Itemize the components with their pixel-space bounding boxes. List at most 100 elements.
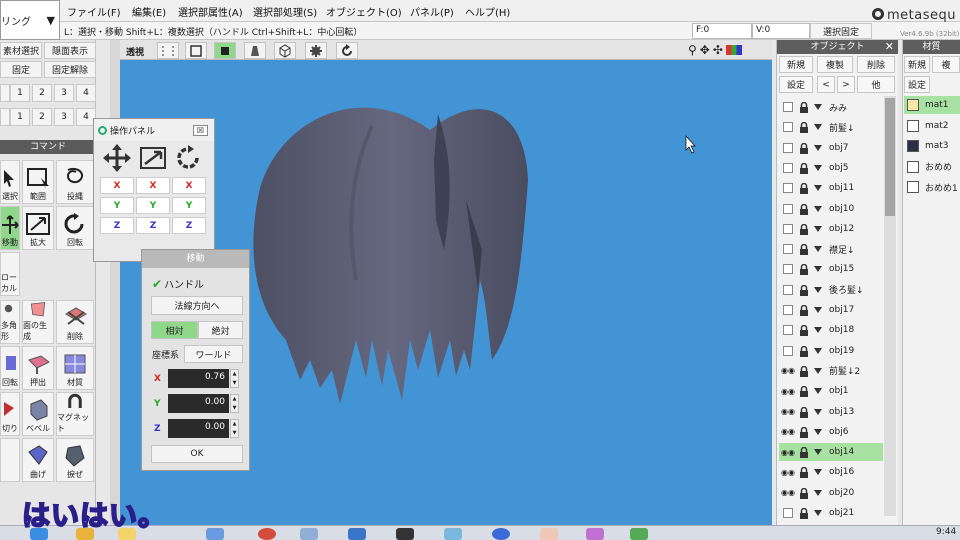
material-settings-button[interactable]: 設定 (904, 76, 930, 93)
relative-button[interactable]: 相対 (151, 321, 198, 339)
object-new-button[interactable]: 新規 (779, 56, 813, 73)
z-spinner[interactable]: ▲ ▼ (230, 419, 239, 438)
object-row[interactable]: obj19 (779, 342, 883, 360)
object-row[interactable]: ◉◉ obj20 (779, 484, 883, 502)
num-button-2[interactable]: 2 (32, 84, 52, 102)
lock-icon[interactable] (799, 284, 809, 296)
expand-triangle-icon[interactable] (814, 510, 822, 516)
object-row[interactable]: obj7 (779, 139, 883, 157)
tool-extrude[interactable]: 押出 (22, 346, 54, 390)
y-spinner[interactable]: ▲ ▼ (230, 394, 239, 413)
tool-range[interactable]: 範囲 (22, 160, 54, 204)
taskbar-app7-icon[interactable] (540, 528, 558, 540)
lock-icon[interactable] (799, 203, 809, 215)
object-row[interactable]: obj17 (779, 301, 883, 319)
visibility-checkbox[interactable] (783, 508, 793, 518)
num-button-1[interactable]: 1 (10, 84, 30, 102)
lock-icon[interactable] (799, 345, 809, 357)
eye-icon[interactable]: ◉◉ (781, 448, 797, 457)
lock-icon[interactable] (799, 426, 809, 438)
op-x-scale[interactable]: X (136, 177, 170, 194)
object-row[interactable]: obj15 (779, 260, 883, 278)
left-scrollbar[interactable] (110, 40, 120, 540)
tool-select[interactable]: 選択 (0, 160, 20, 204)
num2-button-0[interactable] (0, 108, 10, 126)
visibility-checkbox[interactable] (783, 264, 793, 275)
object-settings-button[interactable]: 設定 (779, 76, 813, 93)
z-value-input[interactable]: 0.00 (168, 419, 229, 438)
taskbar-film-icon[interactable] (396, 528, 414, 540)
expand-triangle-icon[interactable] (814, 144, 822, 151)
vp-refresh-button[interactable] (336, 42, 358, 59)
handle-checkbox[interactable]: ✔ ハンドル (152, 276, 204, 292)
pan-icon[interactable]: ✥ (700, 43, 710, 57)
object-duplicate-button[interactable]: 複製 (817, 56, 853, 73)
lock-icon[interactable] (799, 507, 809, 519)
visibility-checkbox[interactable] (783, 345, 793, 356)
menu-file[interactable]: ファイル(F) (67, 4, 121, 19)
op-y-rotate[interactable]: Y (172, 197, 206, 214)
object-prev-button[interactable]: < (817, 76, 835, 93)
hidden-face-button[interactable]: 隠面表示 (44, 42, 96, 59)
material-row[interactable]: おめめ (904, 158, 960, 176)
object-row[interactable]: obj21 (779, 504, 883, 522)
tool-scale[interactable]: 拡大 (22, 206, 54, 250)
lock-icon[interactable] (799, 223, 809, 235)
eye-icon[interactable]: ◉◉ (781, 488, 797, 497)
visibility-checkbox[interactable] (783, 183, 793, 194)
object-row[interactable]: ◉◉ obj13 (779, 403, 883, 421)
tool-bevel[interactable]: ベベル (22, 392, 54, 436)
object-row[interactable]: ◉◉ obj14 (779, 443, 883, 462)
lock-icon[interactable] (799, 142, 809, 154)
ok-button[interactable]: OK (151, 445, 243, 463)
menu-panel[interactable]: パネル(P) (410, 4, 454, 19)
y-value-input[interactable]: 0.00 (168, 394, 229, 413)
tool-rotate[interactable]: 回転 (56, 206, 94, 250)
eye-icon[interactable]: ◉◉ (781, 366, 797, 375)
rotate-view-icon[interactable]: ✣ (713, 43, 723, 57)
vp-grid-button[interactable] (157, 42, 179, 59)
menu-edit[interactable]: 編集(E) (132, 4, 166, 19)
material-row[interactable]: mat1 (904, 96, 960, 114)
num-button-4[interactable]: 4 (76, 84, 96, 102)
taskbar-app2-icon[interactable] (206, 528, 224, 540)
expand-triangle-icon[interactable] (814, 225, 822, 232)
lock-icon[interactable] (799, 101, 809, 113)
object-other-button[interactable]: 他 (857, 76, 895, 93)
op-rotate-button[interactable] (172, 142, 206, 174)
expand-triangle-icon[interactable] (814, 246, 822, 253)
num-button-3[interactable]: 3 (54, 84, 74, 102)
taskbar-metaseq-icon[interactable] (630, 528, 648, 540)
taskbar-app3-icon[interactable] (300, 528, 318, 540)
tool-twist[interactable]: 捩ぜ (56, 438, 94, 482)
tool-cut[interactable]: 切り (0, 392, 20, 436)
visibility-checkbox[interactable] (783, 102, 793, 112)
op-y-scale[interactable]: Y (136, 197, 170, 214)
x-value-input[interactable]: 0.76 (168, 369, 229, 388)
absolute-button[interactable]: 絶対 (198, 321, 243, 339)
expand-triangle-icon[interactable] (814, 347, 822, 354)
expand-triangle-icon[interactable] (814, 164, 822, 171)
material-select-button[interactable]: 素材選択 (0, 42, 42, 59)
object-row[interactable]: ◉◉ obj6 (779, 423, 883, 441)
menu-select-attr[interactable]: 選択部属性(A) (178, 4, 243, 19)
op-scale-button[interactable] (136, 142, 170, 174)
vp-solid-button[interactable] (214, 42, 236, 59)
op-z-move[interactable]: Z (100, 217, 134, 234)
expand-triangle-icon[interactable] (814, 408, 822, 415)
visibility-checkbox[interactable] (783, 142, 793, 153)
expand-triangle-icon[interactable] (814, 388, 822, 395)
lock-icon[interactable] (799, 385, 809, 398)
object-row[interactable]: obj5 (779, 159, 883, 177)
material-duplicate-button[interactable]: 複 (932, 56, 960, 73)
lock-icon[interactable] (799, 487, 809, 499)
unfix-button[interactable]: 固定解除 (44, 61, 96, 78)
object-row[interactable]: ◉◉ obj16 (779, 463, 883, 481)
x-spinner[interactable]: ▲ ▼ (230, 369, 239, 388)
mode-select[interactable]: リング ▼ (0, 0, 60, 40)
taskbar-app5-icon[interactable] (444, 528, 462, 540)
fix-button[interactable]: 固定 (0, 61, 42, 78)
expand-triangle-icon[interactable] (814, 104, 822, 110)
tool-material[interactable]: 材質 (56, 346, 94, 390)
op-x-rotate[interactable]: X (172, 177, 206, 194)
